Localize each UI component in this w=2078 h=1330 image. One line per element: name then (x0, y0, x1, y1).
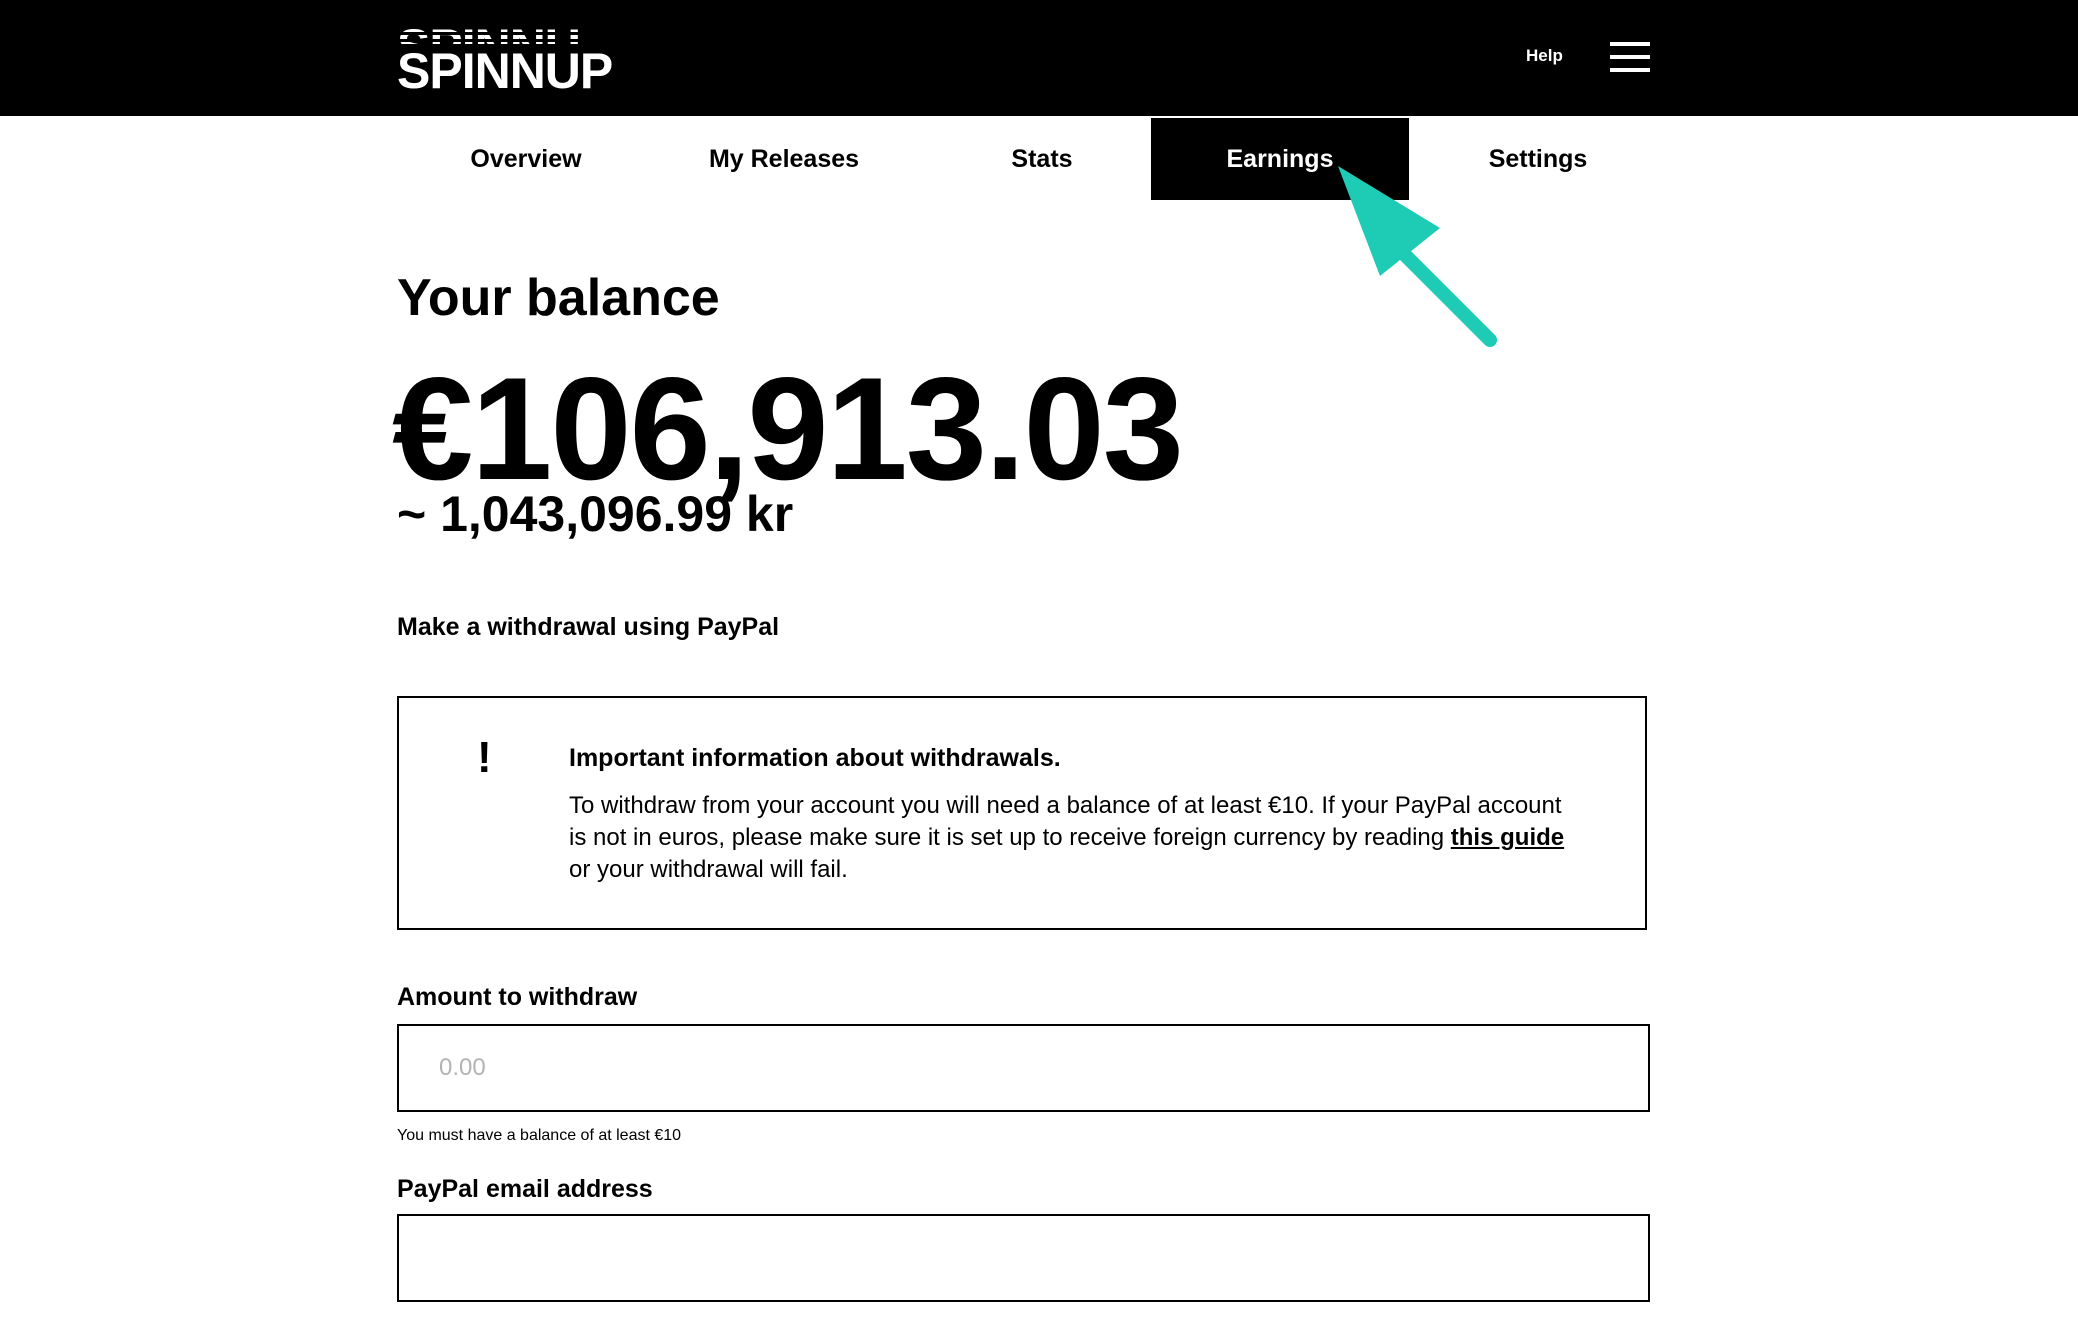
logo-text: SPINNUP (397, 43, 613, 99)
arrow-pointer-icon (1338, 166, 1497, 347)
balance-heading: Your balance (397, 269, 720, 327)
amount-input[interactable] (399, 1026, 1648, 1110)
info-title: Important information about withdrawals. (569, 744, 1061, 772)
exclamation-icon: ! (477, 733, 492, 782)
paypal-email-input[interactable] (399, 1216, 1648, 1300)
withdrawal-heading: Make a withdrawal using PayPal (397, 613, 780, 641)
balance-amount-eur: €106,913.03 (392, 347, 1184, 510)
tab-my-releases[interactable]: My Releases (655, 118, 913, 200)
withdrawal-info-box: ! Important information about withdrawal… (397, 696, 1647, 930)
amount-hint: You must have a balance of at least €10 (397, 1127, 682, 1144)
help-link[interactable]: Help (1526, 46, 1563, 66)
email-field (397, 1214, 1650, 1302)
amount-label: Amount to withdraw (397, 983, 638, 1011)
balance-amount-local: ~ 1,043,096.99 kr (397, 486, 794, 542)
spinnup-logo[interactable]: SPINNUP SPINNUP (397, 22, 613, 96)
tab-overview[interactable]: Overview (397, 118, 655, 200)
guide-link[interactable]: this guide (1451, 824, 1564, 851)
email-label: PayPal email address (397, 1175, 653, 1203)
info-body: To withdraw from your account you will n… (569, 790, 1579, 886)
hamburger-menu-icon[interactable] (1610, 42, 1650, 72)
info-body-text: To withdraw from your account you will n… (569, 792, 1562, 851)
info-body-text-end: or your withdrawal will fail. (569, 856, 848, 883)
top-navigation-bar: SPINNUP SPINNUP Help (0, 0, 2078, 116)
tab-stats[interactable]: Stats (913, 118, 1171, 200)
amount-field (397, 1024, 1650, 1112)
